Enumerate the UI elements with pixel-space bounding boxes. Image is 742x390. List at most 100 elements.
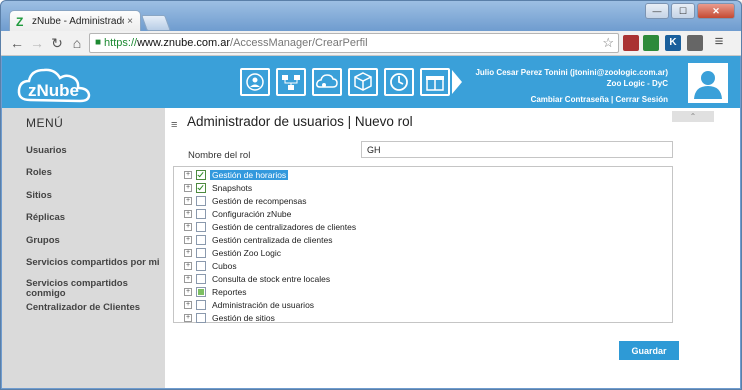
hamburger-icon[interactable]: ≡	[171, 119, 177, 131]
node-label[interactable]: Reportes	[210, 287, 249, 297]
node-checkbox[interactable]	[196, 209, 206, 219]
node-checkbox[interactable]	[196, 274, 206, 284]
next-modules-arrow-icon[interactable]	[452, 70, 462, 94]
change-password-link[interactable]: Cambiar Contraseña	[531, 95, 609, 104]
tree-node[interactable]: + Gestión de horarios	[174, 169, 289, 181]
cloud-settings-icon[interactable]	[312, 68, 342, 96]
node-checkbox[interactable]	[196, 261, 206, 271]
page-content: zNube Julio Cesar Perez Tonini (jtonini@…	[2, 56, 740, 388]
app-header: zNube Julio Cesar Perez Tonini (jtonini@…	[2, 56, 740, 108]
node-label[interactable]: Gestión de centralizadores de clientes	[210, 222, 358, 232]
back-icon[interactable]: ←	[9, 35, 25, 51]
bookmark-star-icon[interactable]: ☆	[602, 34, 614, 52]
node-label[interactable]: Gestión de horarios	[210, 170, 289, 180]
org-chart-icon[interactable]	[276, 68, 306, 96]
logout-link[interactable]: Cerrar Sesión	[616, 95, 668, 104]
browser-tab[interactable]: Z zNube - Administrador de us ×	[9, 10, 141, 32]
sidebar-item-client-centralizer[interactable]: Centralizador de Clientes	[26, 302, 162, 313]
znube-logo[interactable]: zNube	[16, 64, 94, 106]
node-checkbox[interactable]	[196, 248, 206, 258]
tree-node[interactable]: + Administración de usuarios	[174, 299, 316, 311]
sidebar-item-replicas[interactable]: Réplicas	[26, 212, 162, 223]
expand-icon[interactable]: +	[184, 288, 192, 296]
node-label[interactable]: Gestión de recompensas	[210, 196, 309, 206]
node-label[interactable]: Snapshots	[210, 183, 254, 193]
avatar[interactable]	[688, 63, 728, 103]
extension-icon-1[interactable]	[623, 35, 639, 51]
role-name-label: Nombre del rol	[188, 150, 251, 161]
evernote-extension-icon[interactable]	[643, 35, 659, 51]
lock-icon: ■	[95, 37, 102, 48]
expand-icon[interactable]: +	[184, 314, 192, 322]
gift-icon[interactable]	[420, 68, 450, 96]
cube-icon[interactable]	[348, 68, 378, 96]
node-label[interactable]: Administración de usuarios	[210, 300, 316, 310]
sidebar-item-roles[interactable]: Roles	[26, 167, 162, 178]
browser-window: Z zNube - Administrador de us × — ☐ ✕ ← …	[0, 0, 742, 390]
node-label[interactable]: Configuración zNube	[210, 209, 293, 219]
close-window-button[interactable]: ✕	[697, 3, 735, 19]
sidebar-item-sites[interactable]: Sitios	[26, 190, 162, 201]
node-checkbox[interactable]	[196, 170, 206, 180]
expand-icon[interactable]: +	[184, 301, 192, 309]
sidebar-item-shared-with-me[interactable]: Servicios compartidos conmigo	[26, 279, 136, 299]
role-name-input[interactable]: GH	[361, 141, 673, 158]
node-checkbox[interactable]	[196, 183, 206, 193]
tree-node[interactable]: + Consulta de stock entre locales	[174, 273, 332, 285]
forward-icon[interactable]: →	[29, 35, 45, 51]
tab-close-icon[interactable]: ×	[124, 16, 136, 27]
address-bar[interactable]: ■ https:// www.znube.com.ar /AccessManag…	[89, 33, 619, 53]
node-checkbox[interactable]	[196, 196, 206, 206]
link-separator: |	[611, 95, 614, 104]
extension-icon-4[interactable]	[687, 35, 703, 51]
tab-title: zNube - Administrador de us	[32, 16, 124, 27]
chrome-menu-icon[interactable]: ≡	[711, 34, 727, 50]
node-checkbox[interactable]	[196, 300, 206, 310]
k-extension-icon[interactable]: K	[665, 35, 681, 51]
expand-icon[interactable]: +	[184, 249, 192, 257]
permissions-tree: + Gestión de horarios + Snapshots + Gestión…	[173, 166, 673, 323]
tree-node[interactable]: + Gestión Zoo Logic	[174, 247, 283, 259]
tree-node[interactable]: + Snapshots	[174, 182, 254, 194]
expand-icon[interactable]: +	[184, 197, 192, 205]
expand-icon[interactable]: +	[184, 210, 192, 218]
user-company: Zoo Logic - DyC	[606, 79, 668, 88]
sidebar-item-groups[interactable]: Grupos	[26, 235, 162, 246]
tree-node[interactable]: + Cubos	[174, 260, 239, 272]
node-label[interactable]: Gestión de sitios	[210, 313, 277, 323]
expand-icon[interactable]: +	[184, 171, 192, 179]
tree-node[interactable]: + Gestión de centralizadores de clientes	[174, 221, 358, 233]
node-checkbox[interactable]	[196, 313, 206, 323]
tree-node[interactable]: + Configuración zNube	[174, 208, 293, 220]
expand-icon[interactable]: +	[184, 184, 192, 192]
new-tab-button[interactable]	[141, 15, 171, 31]
expand-icon[interactable]: +	[184, 223, 192, 231]
node-label[interactable]: Gestión Zoo Logic	[210, 248, 283, 258]
home-icon[interactable]: ⌂	[69, 35, 85, 51]
reload-icon[interactable]: ↻	[49, 35, 65, 51]
logo-text: zNube	[28, 81, 79, 100]
tree-node[interactable]: + Gestión de recompensas	[174, 195, 309, 207]
node-label[interactable]: Cubos	[210, 261, 239, 271]
expand-icon[interactable]: +	[184, 236, 192, 244]
user-name: Julio Cesar Perez Tonini (jtonini@zoolog…	[475, 68, 668, 77]
users-sync-icon[interactable]	[240, 68, 270, 96]
collapse-icon[interactable]: ⌃	[672, 111, 714, 122]
sidebar-item-shared-by-me[interactable]: Servicios compartidos por mi	[26, 257, 162, 268]
node-label[interactable]: Consulta de stock entre locales	[210, 274, 332, 284]
clock-icon[interactable]	[384, 68, 414, 96]
save-button[interactable]: Guardar	[619, 341, 679, 360]
node-checkbox[interactable]	[196, 235, 206, 245]
node-checkbox[interactable]	[196, 287, 206, 297]
node-label[interactable]: Gestión centralizada de clientes	[210, 235, 335, 245]
browser-toolbar: ← → ↻ ⌂ ■ https:// www.znube.com.ar /Acc…	[1, 31, 741, 56]
expand-icon[interactable]: +	[184, 275, 192, 283]
minimize-button[interactable]: —	[645, 3, 669, 19]
tree-node[interactable]: + Gestión de sitios	[174, 312, 277, 324]
maximize-button[interactable]: ☐	[671, 3, 695, 19]
sidebar-item-users[interactable]: Usuarios	[26, 145, 162, 156]
node-checkbox[interactable]	[196, 222, 206, 232]
tree-node[interactable]: + Gestión centralizada de clientes	[174, 234, 335, 246]
tree-node[interactable]: + Reportes	[174, 286, 249, 298]
expand-icon[interactable]: +	[184, 262, 192, 270]
